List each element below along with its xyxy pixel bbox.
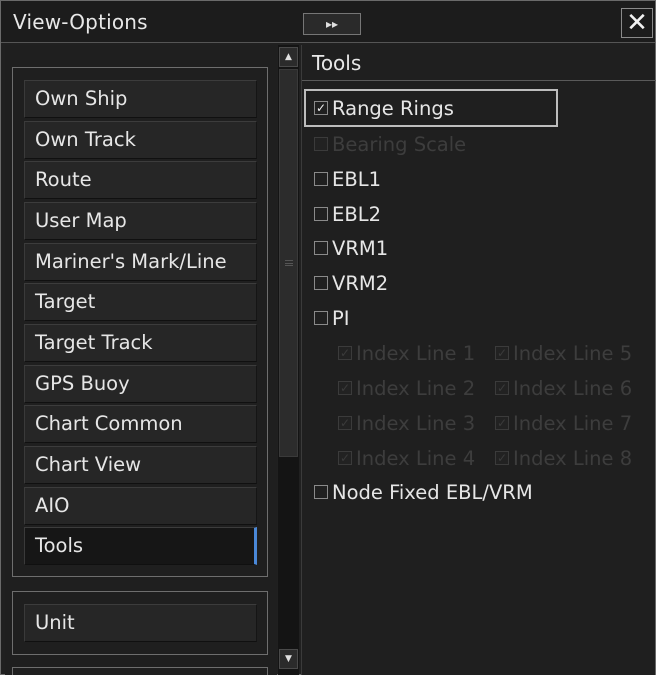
range-rings-checkbox[interactable]: ✓ Range Rings	[304, 89, 558, 127]
option-label: Index Line 1	[356, 341, 476, 365]
category-scrollbar[interactable]: ▲ ▼	[278, 45, 299, 675]
sidebar-item-own-track[interactable]: Own Track	[24, 121, 257, 159]
option-label: Index Line 4	[356, 446, 476, 470]
sidebar-item-gps-buoy[interactable]: GPS Buoy	[24, 365, 257, 403]
index-line-8-checkbox: ✓ Index Line 8	[495, 443, 632, 473]
checkbox-unchecked-icon	[314, 137, 328, 151]
sidebar-item-label: GPS Buoy	[35, 372, 130, 395]
scroll-up-button[interactable]: ▲	[279, 47, 298, 67]
ebl2-checkbox[interactable]: EBL2	[314, 199, 381, 229]
tools-options-panel: Tools ✓ Range Rings Bearing Scale EBL1 E…	[301, 45, 656, 675]
pi-checkbox[interactable]: PI	[314, 303, 350, 333]
option-label: Index Line 8	[513, 446, 633, 470]
double-chevron-right-icon: ▸▸	[325, 17, 339, 31]
checkbox-checked-icon: ✓	[495, 346, 509, 360]
checkbox-checked-icon: ✓	[338, 416, 352, 430]
section-title: Tools	[302, 45, 656, 81]
sidebar-item-label: Chart Common	[35, 412, 183, 435]
sidebar-item-route[interactable]: Route	[24, 161, 257, 199]
window-title: View-Options	[13, 10, 148, 34]
checkbox-checked-icon: ✓	[338, 451, 352, 465]
checkbox-unchecked-icon	[314, 172, 328, 186]
vrm1-checkbox[interactable]: VRM1	[314, 233, 388, 263]
sidebar-item-label: Target	[35, 290, 96, 313]
sidebar-item-label: Route	[35, 168, 92, 191]
sidebar-item-chart-view[interactable]: Chart View	[24, 446, 257, 484]
category-group: Own Ship Own Track Route User Map Marine…	[12, 67, 268, 577]
option-label: VRM2	[332, 271, 389, 295]
sidebar-item-label: Tools	[35, 534, 84, 557]
option-label: Index Line 3	[356, 411, 476, 435]
sidebar-item-chart-common[interactable]: Chart Common	[24, 405, 257, 443]
arrow-up-icon: ▲	[285, 52, 292, 62]
option-label: Index Line 7	[513, 411, 633, 435]
sidebar-item-own-ship[interactable]: Own Ship	[24, 80, 257, 118]
option-label: Index Line 5	[513, 341, 633, 365]
option-label: Index Line 6	[513, 376, 633, 400]
option-label: EBL1	[332, 167, 381, 191]
index-line-3-checkbox: ✓ Index Line 3	[338, 408, 475, 438]
index-line-1-checkbox: ✓ Index Line 1	[338, 338, 475, 368]
arrow-down-icon: ▼	[285, 654, 292, 664]
index-line-5-checkbox: ✓ Index Line 5	[495, 338, 632, 368]
checkbox-checked-icon: ✓	[338, 381, 352, 395]
index-line-7-checkbox: ✓ Index Line 7	[495, 408, 632, 438]
sidebar-item-label: Unit	[35, 611, 75, 634]
checkbox-unchecked-icon	[314, 241, 328, 255]
option-label: Index Line 2	[356, 376, 476, 400]
option-label: Node Fixed EBL/VRM	[332, 480, 533, 504]
unit-group: Unit	[12, 591, 268, 655]
view-options-window: View-Options ▸▸ ✕ Own Ship Own Track Rou…	[0, 0, 656, 675]
vrm2-checkbox[interactable]: VRM2	[314, 268, 388, 298]
sidebar-item-unit[interactable]: Unit	[24, 604, 257, 642]
ebl1-checkbox[interactable]: EBL1	[314, 164, 381, 194]
sidebar-item-label: Chart View	[35, 453, 142, 476]
scroll-down-button[interactable]: ▼	[279, 649, 298, 669]
checkbox-checked-icon: ✓	[495, 416, 509, 430]
sidebar-item-user-map[interactable]: User Map	[24, 202, 257, 240]
node-fixed-ebl-vrm-checkbox[interactable]: Node Fixed EBL/VRM	[314, 477, 533, 507]
checkbox-unchecked-icon	[314, 207, 328, 221]
checkbox-unchecked-icon	[314, 485, 328, 499]
checkbox-checked-icon: ✓	[495, 451, 509, 465]
close-icon: ✕	[626, 8, 648, 38]
checkbox-unchecked-icon	[314, 276, 328, 290]
title-bar: View-Options ▸▸ ✕	[1, 1, 655, 43]
checkbox-checked-icon: ✓	[495, 381, 509, 395]
checkbox-checked-icon: ✓	[314, 101, 328, 115]
next-group	[12, 667, 268, 675]
bearing-scale-checkbox: Bearing Scale	[314, 129, 466, 159]
sidebar-item-label: Mariner's Mark/Line	[35, 250, 227, 273]
sidebar-item-label: Own Ship	[35, 87, 128, 110]
category-panel: Own Ship Own Track Route User Map Marine…	[5, 45, 277, 675]
sidebar-item-label: AIO	[35, 494, 70, 517]
collapse-button[interactable]: ▸▸	[303, 13, 361, 35]
sidebar-item-mariners-mark[interactable]: Mariner's Mark/Line	[24, 243, 257, 281]
close-button[interactable]: ✕	[621, 8, 653, 38]
sidebar-item-tools[interactable]: Tools	[24, 527, 257, 565]
sidebar-item-target[interactable]: Target	[24, 283, 257, 321]
checkbox-checked-icon: ✓	[338, 346, 352, 360]
grip-icon	[285, 260, 293, 266]
index-line-2-checkbox: ✓ Index Line 2	[338, 373, 475, 403]
sidebar-item-label: Target Track	[35, 331, 153, 354]
option-label: EBL2	[332, 202, 381, 226]
sidebar-item-label: Own Track	[35, 128, 136, 151]
index-line-6-checkbox: ✓ Index Line 6	[495, 373, 632, 403]
scroll-thumb[interactable]	[279, 69, 298, 457]
sidebar-item-aio[interactable]: AIO	[24, 487, 257, 525]
checkbox-unchecked-icon	[314, 311, 328, 325]
option-label: Bearing Scale	[332, 132, 467, 156]
index-line-4-checkbox: ✓ Index Line 4	[338, 443, 475, 473]
option-label: PI	[332, 306, 350, 330]
option-label: VRM1	[332, 236, 389, 260]
option-label: Range Rings	[332, 96, 454, 120]
sidebar-item-label: User Map	[35, 209, 127, 232]
sidebar-item-target-track[interactable]: Target Track	[24, 324, 257, 362]
